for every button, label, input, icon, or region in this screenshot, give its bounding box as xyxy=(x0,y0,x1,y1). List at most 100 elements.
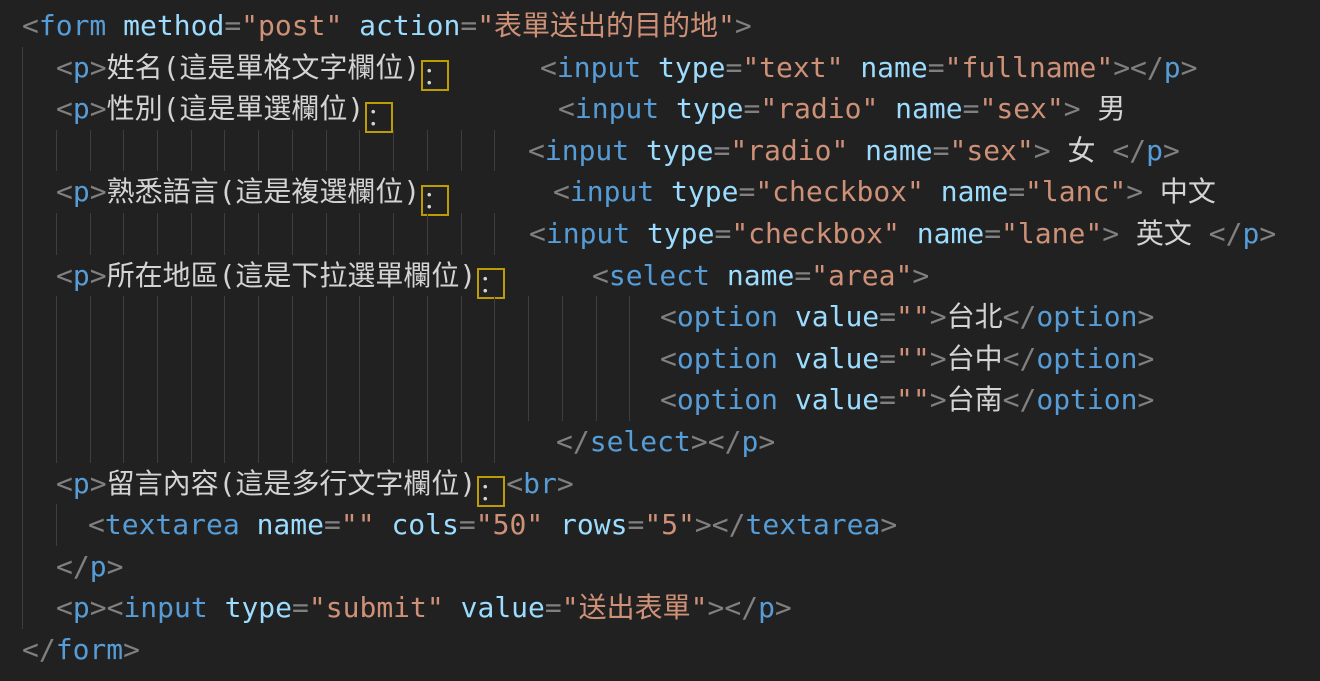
indent-guide xyxy=(461,213,462,255)
indent-guide xyxy=(191,338,192,380)
code-token: > xyxy=(880,508,897,541)
code-token: p xyxy=(741,425,758,458)
code-token: form xyxy=(56,633,123,666)
code-token: "" xyxy=(896,383,930,416)
indent-guide xyxy=(191,213,192,255)
code-segment: </select></p> xyxy=(556,421,775,463)
indent-guide xyxy=(56,213,57,255)
indent-guide xyxy=(427,338,428,380)
code-token: < xyxy=(56,591,73,624)
code-line[interactable]: <p>姓名(這是單格文字欄位)：<input type="text" name=… xyxy=(0,47,1320,89)
code-token: = xyxy=(292,591,309,624)
code-token: option xyxy=(677,383,778,416)
code-line[interactable]: <p><input type="submit" value="送出表單"></p… xyxy=(0,587,1320,629)
code-token: type xyxy=(630,217,714,250)
code-token: < xyxy=(56,92,73,125)
code-token: option xyxy=(1036,383,1137,416)
indent-guide xyxy=(123,130,124,172)
code-token: = xyxy=(713,134,730,167)
code-token: > xyxy=(1181,51,1198,84)
code-token: > xyxy=(930,383,947,416)
indent-guide xyxy=(224,296,225,338)
code-token: < xyxy=(558,92,575,125)
code-token: input xyxy=(545,134,629,167)
indent-guide xyxy=(427,213,428,255)
code-line[interactable]: <textarea name="" cols="50" rows="5"></t… xyxy=(0,504,1320,546)
indent-guide xyxy=(596,338,597,380)
code-token: action xyxy=(342,9,460,42)
code-token: p xyxy=(73,175,90,208)
indent-guide xyxy=(22,47,23,89)
code-line[interactable]: </form> xyxy=(0,629,1320,671)
code-line[interactable]: <option value="">台北</option> xyxy=(0,296,1320,338)
indent-guide xyxy=(359,421,360,463)
indent-guide xyxy=(191,296,192,338)
code-segment: <form method="post" action="表單送出的目的地"> xyxy=(22,5,752,47)
indent-guide xyxy=(157,379,158,421)
code-token: "" xyxy=(896,342,930,375)
code-token: input xyxy=(546,217,630,250)
code-token: </ xyxy=(56,550,90,583)
indent-guide xyxy=(629,379,630,421)
indent-guide xyxy=(22,421,23,463)
indent-guide xyxy=(292,296,293,338)
code-token: > xyxy=(1064,92,1081,125)
indent-guide xyxy=(258,296,259,338)
indent-guide xyxy=(22,296,23,338)
code-line[interactable]: <p>性別(這是單選欄位)：<input type="radio" name="… xyxy=(0,88,1320,130)
code-line[interactable]: </p> xyxy=(0,546,1320,588)
code-token: p xyxy=(758,591,775,624)
indent-guide xyxy=(224,338,225,380)
code-token: value xyxy=(778,300,879,333)
code-segment: <input type="text" name="fullname"></p> xyxy=(540,47,1198,89)
code-token: </ xyxy=(1112,134,1146,167)
code-token: = xyxy=(879,383,896,416)
code-line[interactable]: <p>熟悉語言(這是複選欄位)：<input type="checkbox" n… xyxy=(0,171,1320,213)
code-token: p xyxy=(73,591,90,624)
code-line[interactable]: <input type="radio" name="sex"> 女 </p> xyxy=(0,130,1320,172)
indent-guide xyxy=(258,379,259,421)
code-line[interactable]: <option value="">台南</option> xyxy=(0,379,1320,421)
indent-guide xyxy=(56,338,57,380)
indent-guide xyxy=(90,213,91,255)
code-line[interactable]: <p>留言內容(這是多行文字欄位)：<br> xyxy=(0,463,1320,505)
code-token: p xyxy=(73,259,90,292)
ambiguous-unicode-highlight-box: ： xyxy=(421,60,449,91)
code-token: < xyxy=(529,217,546,250)
indent-guide xyxy=(258,213,259,255)
code-token: name xyxy=(848,134,932,167)
code-token: </ xyxy=(1209,217,1243,250)
indent-guide xyxy=(359,296,360,338)
code-token: ></ xyxy=(691,425,742,458)
indent-guide xyxy=(22,546,23,588)
code-segment: <input type="radio" name="sex"> 女 </p> xyxy=(528,130,1180,172)
code-token: "5" xyxy=(644,508,695,541)
code-line[interactable]: </select></p> xyxy=(0,421,1320,463)
indent-guide xyxy=(326,338,327,380)
code-segment: <select name="area"> xyxy=(592,255,929,297)
code-token: > xyxy=(90,51,107,84)
code-line[interactable]: <p>所在地區(這是下拉選單欄位)：<select name="area"> xyxy=(0,255,1320,297)
code-line[interactable]: <option value="">台中</option> xyxy=(0,338,1320,380)
code-token: 台南 xyxy=(947,383,1003,416)
code-token: = xyxy=(879,300,896,333)
code-token: ></ xyxy=(695,508,746,541)
indent-guide xyxy=(393,421,394,463)
code-token: 留言內容(這是多行文字欄位) xyxy=(107,467,477,500)
indent-guide xyxy=(359,213,360,255)
code-token: = xyxy=(627,508,644,541)
code-line[interactable]: <input type="checkbox" name="lane"> 英文 <… xyxy=(0,213,1320,255)
indent-guide xyxy=(22,587,23,629)
code-line[interactable]: <form method="post" action="表單送出的目的地"> xyxy=(0,5,1320,47)
code-editor: <form method="post" action="表單送出的目的地"><p… xyxy=(0,0,1320,681)
indent-guide xyxy=(596,379,597,421)
indent-guide xyxy=(596,296,597,338)
code-token: "submit" xyxy=(309,591,444,624)
code-token: "sex" xyxy=(979,92,1063,125)
code-token: = xyxy=(224,9,241,42)
code-token: > xyxy=(930,342,947,375)
indent-guide xyxy=(326,379,327,421)
code-token: 中文 xyxy=(1143,175,1216,208)
code-token: input xyxy=(575,92,659,125)
code-token: = xyxy=(984,217,1001,250)
